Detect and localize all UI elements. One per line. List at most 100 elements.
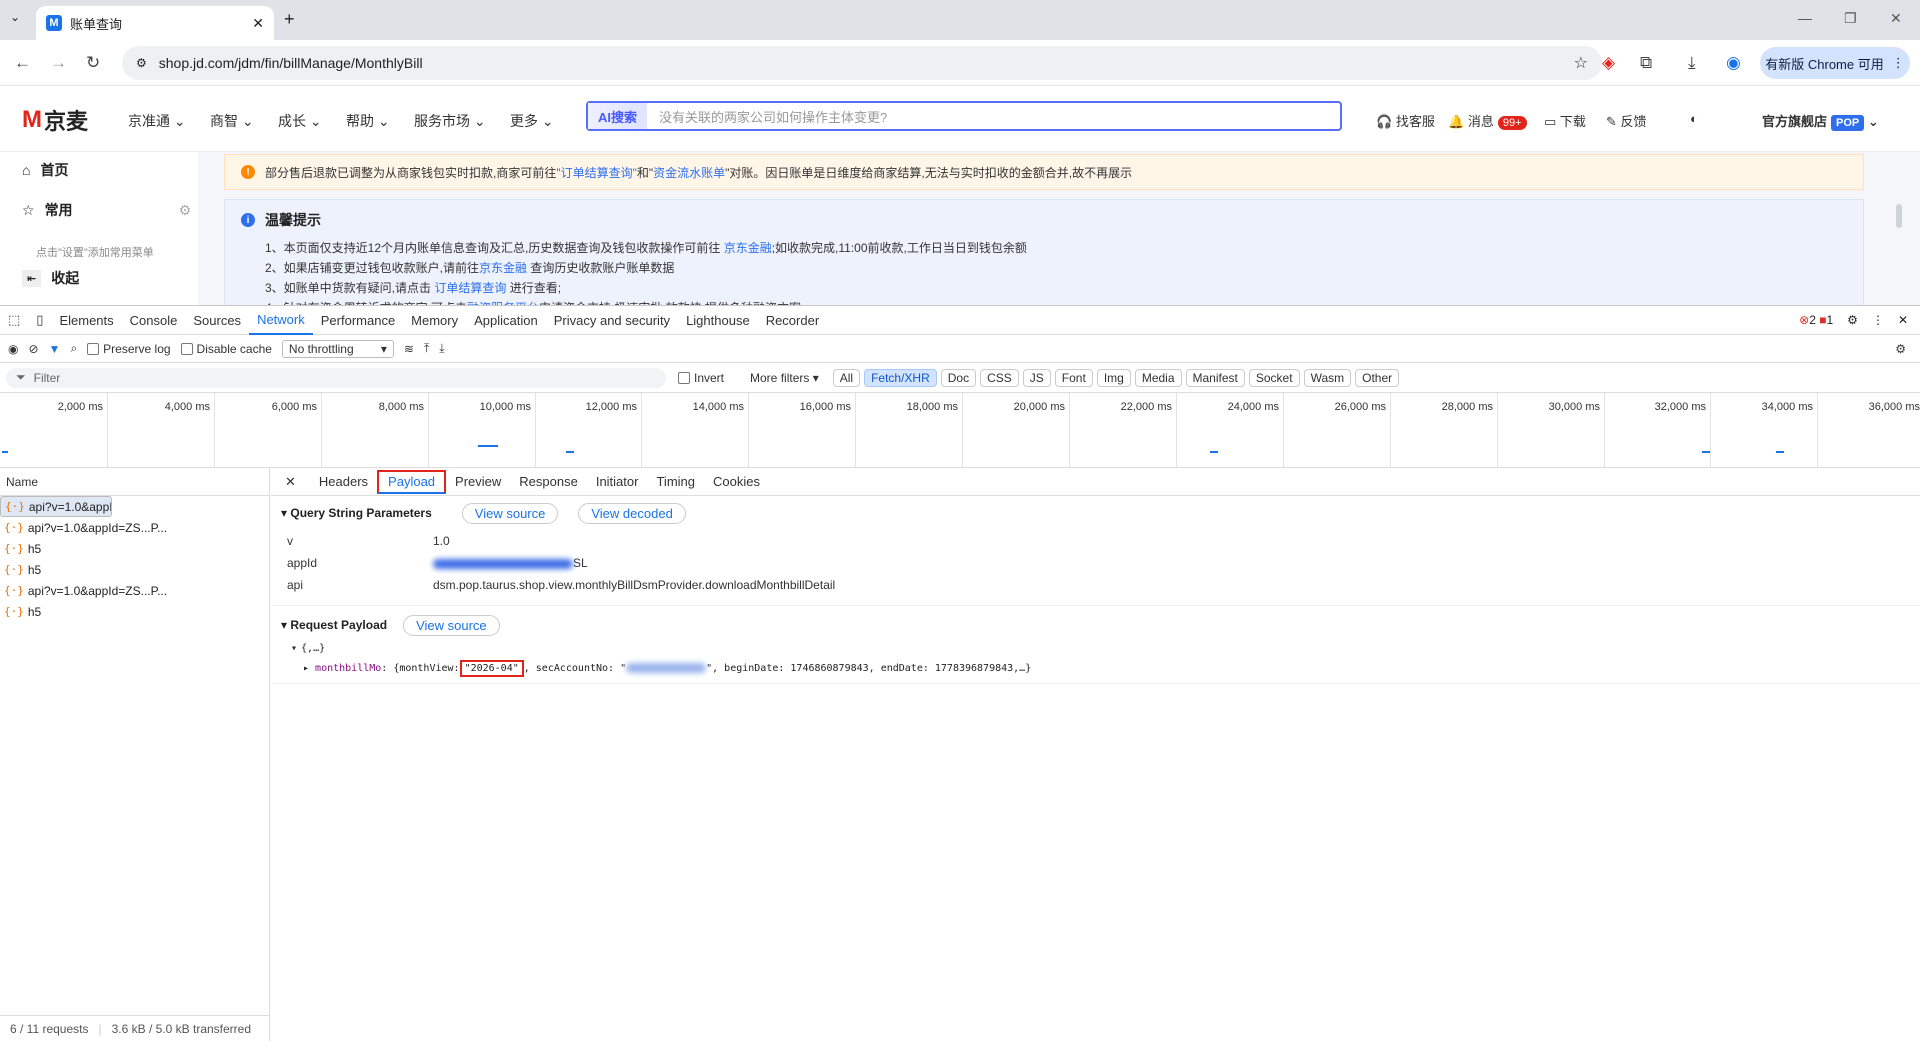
reload-icon[interactable]: ↻ xyxy=(86,53,100,73)
request-row[interactable]: {·} api?v=1.0&appId=ZS...P... xyxy=(0,580,269,601)
chrome-update-button[interactable]: 有新版 Chrome 可用 ⋮ xyxy=(1760,47,1910,79)
close-details-icon[interactable]: ✕ xyxy=(271,468,310,496)
throttling-select[interactable]: No throttling ▾ xyxy=(281,339,394,358)
tab-application[interactable]: Application xyxy=(466,305,546,335)
type-filter-css[interactable]: CSS xyxy=(980,368,1019,387)
type-filter-js[interactable]: JS xyxy=(1022,368,1051,387)
address-bar[interactable]: ⚙ shop.jd.com/jdm/fin/billManage/Monthly… xyxy=(122,46,1602,80)
feedback-link[interactable]: ✎ 反馈 xyxy=(1606,111,1647,130)
sidebar-item-common[interactable]: ☆ 常用 ⚙ xyxy=(22,200,191,220)
tab-search-icon[interactable]: ⌄ xyxy=(10,10,20,24)
type-filter-doc[interactable]: Doc xyxy=(940,368,977,387)
view-source-button[interactable]: View source xyxy=(403,614,500,636)
close-window-icon[interactable]: ✕ xyxy=(1890,10,1902,27)
clear-icon[interactable]: ⊘ xyxy=(28,342,38,356)
filter-icon[interactable]: ▼ xyxy=(49,342,61,356)
nav-item[interactable]: 帮助 ⌄ xyxy=(346,111,390,131)
order-query-link[interactable]: 订单结算查询 xyxy=(434,281,506,295)
payload-root[interactable]: ▾ {,…} xyxy=(271,638,1920,658)
type-filter-other[interactable]: Other xyxy=(1355,368,1400,387)
network-timeline[interactable]: 2,000 ms 4,000 ms 6,000 ms 8,000 ms 10,000 m… xyxy=(0,393,1920,468)
close-icon[interactable]: ✕ xyxy=(252,15,264,32)
messages-link[interactable]: 🔔 消息 99+ xyxy=(1448,111,1527,130)
browser-tab[interactable]: M 账单查询 ✕ xyxy=(36,6,274,40)
site-search[interactable]: AI搜索 没有关联的两家公司如何操作主体变更? xyxy=(586,101,1342,131)
tab-sources[interactable]: Sources xyxy=(185,305,249,335)
new-tab-icon[interactable]: + xyxy=(284,9,295,30)
sidebar-item-home[interactable]: ⌂ 首页 xyxy=(22,160,68,180)
import-har-icon[interactable]: ⤒ xyxy=(424,341,429,356)
request-row[interactable]: {·}api?v=1.0&appId=QD...7... xyxy=(0,496,112,517)
avatar[interactable]: ◐ xyxy=(1690,111,1698,126)
type-filter-fetchxhr[interactable]: Fetch/XHR xyxy=(864,368,937,387)
settings-icon[interactable]: ⚙ xyxy=(1847,313,1858,327)
request-row[interactable]: {·} h5 xyxy=(0,559,269,580)
tab-cookies[interactable]: Cookies xyxy=(704,468,769,496)
error-count[interactable]: ⊗2 ■1 xyxy=(1799,313,1833,327)
view-decoded-button[interactable]: View decoded xyxy=(578,502,686,524)
disable-cache-checkbox[interactable]: Disable cache xyxy=(180,342,272,356)
tab-headers[interactable]: Headers xyxy=(310,468,377,496)
type-filter-all[interactable]: All xyxy=(832,368,861,387)
type-filter-wasm[interactable]: Wasm xyxy=(1303,368,1352,387)
request-row[interactable]: {·} api?v=1.0&appId=ZS...P... xyxy=(0,517,269,538)
site-logo[interactable]: M 京麦 xyxy=(22,104,88,136)
more-icon[interactable]: ⋮ xyxy=(1872,313,1884,327)
type-filter-font[interactable]: Font xyxy=(1054,368,1093,387)
type-filter-media[interactable]: Media xyxy=(1134,368,1182,387)
download-icon[interactable]: ⤓ xyxy=(1688,53,1696,73)
tab-elements[interactable]: Elements xyxy=(51,305,121,335)
nav-item[interactable]: 京准通 ⌄ xyxy=(128,111,186,131)
tab-memory[interactable]: Memory xyxy=(403,305,466,335)
tab-payload[interactable]: Payload xyxy=(377,469,447,494)
restore-icon[interactable]: ❐ xyxy=(1844,10,1857,27)
more-filters-dropdown[interactable]: More filters ▾ xyxy=(750,371,819,385)
request-payload-section[interactable]: ▾ Request Payload View source xyxy=(271,612,1920,638)
tab-preview[interactable]: Preview xyxy=(446,468,510,496)
nav-item[interactable]: 成长 ⌄ xyxy=(278,111,322,131)
tab-console[interactable]: Console xyxy=(122,305,186,335)
download-link[interactable]: ▭ 下载 xyxy=(1544,111,1586,130)
tab-network[interactable]: Network xyxy=(249,305,313,335)
jd-finance-link[interactable]: 京东金融 xyxy=(724,241,772,255)
close-devtools-icon[interactable]: ✕ xyxy=(1898,313,1908,327)
preserve-log-checkbox[interactable]: Preserve log xyxy=(87,342,171,356)
tab-timing[interactable]: Timing xyxy=(647,468,704,496)
extensions-puzzle-icon[interactable]: ⧉ xyxy=(1640,53,1652,73)
sidebar-collapse[interactable]: ⇤ 收起 xyxy=(22,268,79,288)
nav-item[interactable]: 服务市场 ⌄ xyxy=(414,111,486,131)
profile-icon[interactable]: ◉ xyxy=(1726,53,1741,73)
type-filter-img[interactable]: Img xyxy=(1096,368,1131,387)
tab-recorder[interactable]: Recorder xyxy=(758,305,827,335)
export-har-icon[interactable]: ⤓ xyxy=(439,341,444,356)
tab-privacy[interactable]: Privacy and security xyxy=(546,305,678,335)
tab-initiator[interactable]: Initiator xyxy=(587,468,648,496)
jd-finance-link[interactable]: 京东金融 xyxy=(479,261,527,275)
request-row[interactable]: {·} h5 xyxy=(0,538,269,559)
customer-service-link[interactable]: 🎧 找客服 xyxy=(1376,111,1435,130)
view-source-button[interactable]: View source xyxy=(461,502,559,524)
query-params-section[interactable]: ▾ Query String Parameters View source Vi… xyxy=(271,500,1920,526)
network-settings-icon[interactable]: ⚙ xyxy=(1895,342,1920,356)
network-conditions-icon[interactable]: ≋ xyxy=(404,342,414,356)
invert-checkbox[interactable]: Invert xyxy=(678,371,724,385)
type-filter-manifest[interactable]: Manifest xyxy=(1185,368,1245,387)
inspect-icon[interactable]: ⬚ xyxy=(0,305,28,335)
tab-lighthouse[interactable]: Lighthouse xyxy=(678,305,758,335)
nav-item[interactable]: 更多 ⌄ xyxy=(510,111,554,131)
tab-performance[interactable]: Performance xyxy=(313,305,403,335)
order-settlement-link[interactable]: "订单结算查询" xyxy=(556,166,637,180)
minimize-icon[interactable]: — xyxy=(1798,10,1812,26)
filter-input[interactable]: ⏷ Filter xyxy=(6,367,666,388)
shop-name[interactable]: 官方旗舰店 POP ⌄ xyxy=(1762,111,1879,131)
fund-flow-link[interactable]: 资金流水账单 xyxy=(653,166,725,180)
page-scrollbar[interactable] xyxy=(1896,204,1902,228)
bookmark-star-icon[interactable]: ☆ xyxy=(1574,53,1588,73)
payload-monthbillmo[interactable]: ▸ monthbillMo: {monthView: "2026-04", se… xyxy=(271,658,1920,678)
nav-item[interactable]: 商智 ⌄ xyxy=(210,111,254,131)
back-icon[interactable]: ← xyxy=(14,53,31,73)
forward-icon[interactable]: → xyxy=(50,53,67,73)
type-filter-socket[interactable]: Socket xyxy=(1248,368,1300,387)
extension-icon[interactable]: ◈ xyxy=(1602,53,1615,73)
device-toggle-icon[interactable]: ▯ xyxy=(28,305,51,335)
